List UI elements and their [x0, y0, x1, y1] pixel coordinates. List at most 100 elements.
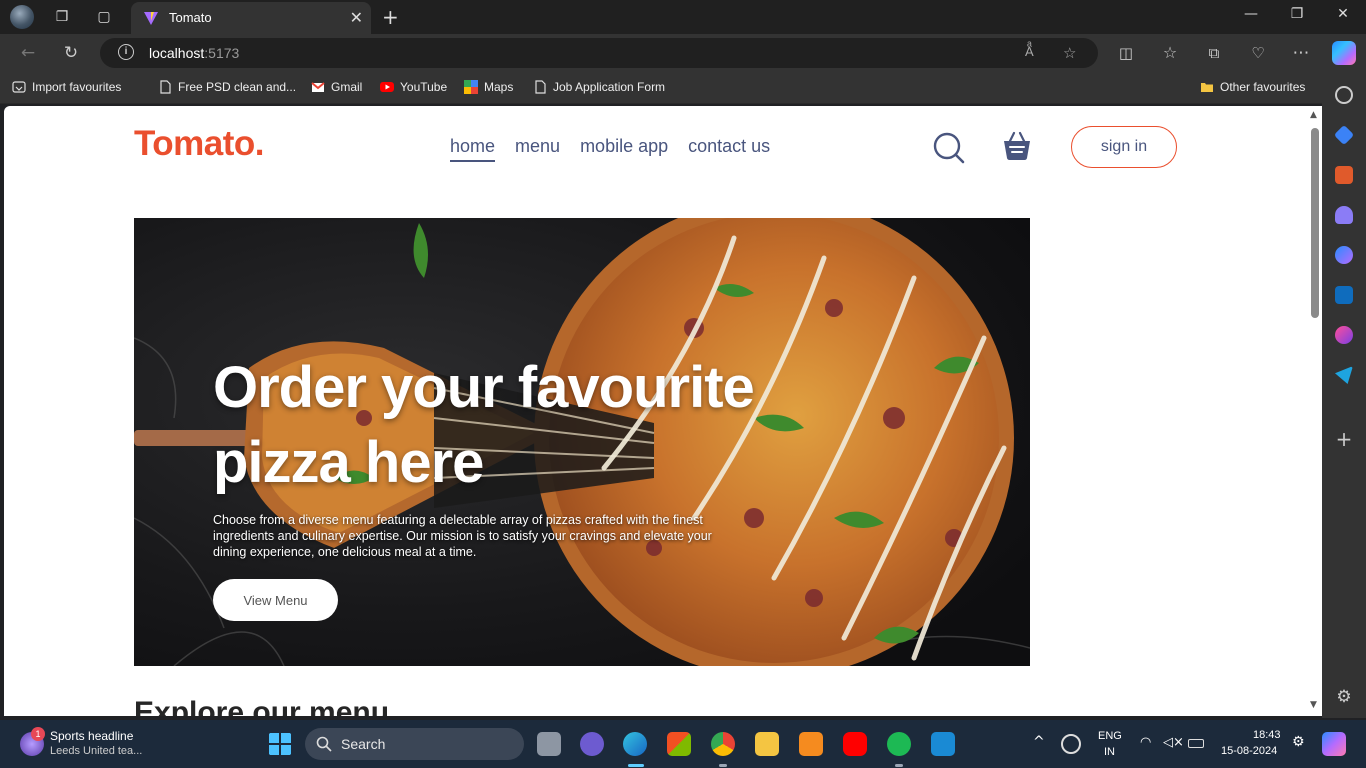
address-url[interactable]: localhost:5173 [149, 45, 239, 61]
workspaces-icon[interactable]: ❐ [53, 8, 71, 26]
fav-job-application-form[interactable]: Job Application Form [533, 80, 665, 94]
scroll-up-icon[interactable]: ▲ [1310, 110, 1317, 120]
sidebar-designer-icon[interactable] [1335, 326, 1353, 344]
windows-start-icon[interactable] [268, 732, 292, 756]
scrollbar-thumb[interactable] [1311, 128, 1319, 318]
fav-other-favourites[interactable]: Other favourites [1200, 80, 1305, 94]
vscode-icon[interactable] [931, 732, 955, 756]
file-explorer-icon[interactable] [755, 732, 779, 756]
view-menu-button[interactable]: View Menu [213, 579, 338, 621]
site-logo[interactable]: Tomato. [134, 124, 265, 164]
nav-contact-us[interactable]: contact us [688, 136, 770, 162]
clock-time[interactable]: 18:43 [1253, 729, 1281, 741]
language-line1[interactable]: ENG [1098, 730, 1122, 742]
address-bar[interactable]: i localhost:5173 A͏ͣ ☆ [100, 38, 1098, 68]
hero-banner: Order your favourite pizza here Choose f… [134, 218, 1030, 666]
task-view-icon[interactable] [537, 732, 561, 756]
refresh-icon[interactable]: ↻ [61, 43, 81, 63]
restore-icon[interactable]: ❐ [1287, 6, 1307, 22]
copilot-icon[interactable] [1332, 41, 1356, 65]
split-screen-icon[interactable]: ◫ [1116, 43, 1136, 63]
browser-essentials-icon[interactable]: ♡ [1248, 43, 1268, 63]
fav-gmail[interactable]: Gmail [311, 80, 362, 94]
youtube-app-icon[interactable] [843, 732, 867, 756]
page-icon [535, 80, 546, 94]
new-tab-icon[interactable]: + [382, 5, 399, 29]
sign-in-button[interactable]: sign in [1071, 126, 1177, 168]
address-host: localhost [149, 45, 205, 61]
fav-maps[interactable]: Maps [464, 80, 513, 94]
clock-date[interactable]: 15-08-2024 [1221, 745, 1277, 757]
close-window-icon[interactable]: ✕ [1333, 6, 1353, 22]
browser-title-bar: ❐ ▢ Tomato ✕ + — ❐ ✕ [0, 0, 1366, 34]
fav-label: YouTube [400, 80, 448, 94]
teams-meet-icon[interactable] [580, 732, 604, 756]
sidebar-search-icon[interactable] [1335, 86, 1353, 104]
tab-title: Tomato [169, 10, 212, 25]
language-line2[interactable]: IN [1104, 746, 1115, 758]
fav-free-psd[interactable]: Free PSD clean and... [158, 80, 296, 94]
battery-icon[interactable] [1188, 739, 1204, 748]
taskbar-search[interactable]: Search [305, 728, 524, 760]
volume-icon[interactable]: ◁× [1163, 735, 1184, 750]
fav-label: Other favourites [1220, 80, 1306, 94]
sidebar-drop-icon[interactable] [1335, 366, 1353, 384]
spotify-open-indicator [895, 764, 903, 767]
news-title[interactable]: Sports headline [50, 729, 133, 743]
browser-tab-tomato[interactable]: Tomato ✕ [131, 2, 371, 34]
page-icon [160, 80, 171, 94]
fav-import-favourites[interactable]: Import favourites [12, 80, 121, 94]
nav-mobile-app[interactable]: mobile app [580, 136, 668, 162]
hero-description: Choose from a diverse menu featuring a d… [213, 513, 712, 559]
edge-active-indicator [628, 764, 644, 767]
sidebar-tools-icon[interactable] [1335, 166, 1353, 184]
search-icon [316, 736, 332, 752]
minimize-icon[interactable]: — [1241, 6, 1261, 22]
show-hidden-icons[interactable]: ^ [1033, 734, 1045, 750]
wifi-icon[interactable]: ◠ [1140, 735, 1151, 750]
fav-label: Maps [484, 80, 514, 94]
scroll-down-icon[interactable]: ▼ [1310, 700, 1317, 710]
chrome-icon[interactable] [711, 732, 735, 756]
nav-home[interactable]: home [450, 136, 496, 162]
sync-icon[interactable] [1061, 734, 1081, 754]
sidebar-add-icon[interactable]: + [1335, 429, 1353, 449]
favourites-icon[interactable]: ☆ [1160, 43, 1180, 63]
gmail-icon [311, 82, 325, 92]
back-icon[interactable]: ← [18, 43, 38, 63]
edge-taskbar-icon[interactable] [623, 732, 647, 756]
windows-taskbar: 1 Sports headline Leeds United tea... Se… [0, 720, 1366, 768]
page-scrollbar[interactable]: ▲ ▼ [1308, 106, 1322, 716]
nav-menu[interactable]: menu [515, 136, 560, 162]
basket-icon[interactable] [1001, 130, 1033, 162]
xampp-icon[interactable] [799, 732, 823, 756]
read-aloud-icon[interactable]: A͏ͣ [1025, 44, 1034, 60]
hero-heading: Order your favourite pizza here [213, 355, 755, 495]
site-info-icon[interactable]: i [118, 44, 134, 60]
sidebar-shopping-icon[interactable] [1333, 124, 1355, 146]
search-icon[interactable] [933, 132, 965, 164]
page-viewport: Tomato. home menu mobile app contact us … [4, 106, 1308, 716]
favourite-star-icon[interactable]: ☆ [1063, 44, 1076, 62]
youtube-icon [380, 82, 394, 92]
profile-avatar[interactable] [10, 5, 34, 29]
spotify-icon[interactable] [887, 732, 911, 756]
sidebar-games-icon[interactable] [1335, 206, 1353, 224]
fav-label: Job Application Form [553, 80, 666, 94]
news-subtitle[interactable]: Leeds United tea... [50, 745, 142, 757]
store-icon[interactable] [667, 732, 691, 756]
explore-menu-heading: Explore our menu [134, 696, 390, 716]
notification-icon[interactable]: ⚙ [1292, 734, 1305, 750]
fav-label: Import favourites [32, 80, 122, 94]
collections-icon[interactable]: ⧉ [1204, 43, 1224, 63]
sidebar-outlook-icon[interactable] [1335, 286, 1353, 304]
sidebar-settings-icon[interactable]: ⚙ [1335, 688, 1353, 706]
more-options-icon[interactable]: ⋯ [1291, 43, 1311, 63]
fav-youtube[interactable]: YouTube [380, 80, 447, 94]
fav-label: Free PSD clean and... [178, 80, 297, 94]
copilot-taskbar-icon[interactable] [1322, 732, 1346, 756]
maps-icon [464, 80, 478, 94]
tab-actions-icon[interactable]: ▢ [95, 8, 113, 26]
sidebar-copilot-icon[interactable] [1335, 246, 1353, 264]
tab-close-icon[interactable]: ✕ [350, 8, 363, 27]
